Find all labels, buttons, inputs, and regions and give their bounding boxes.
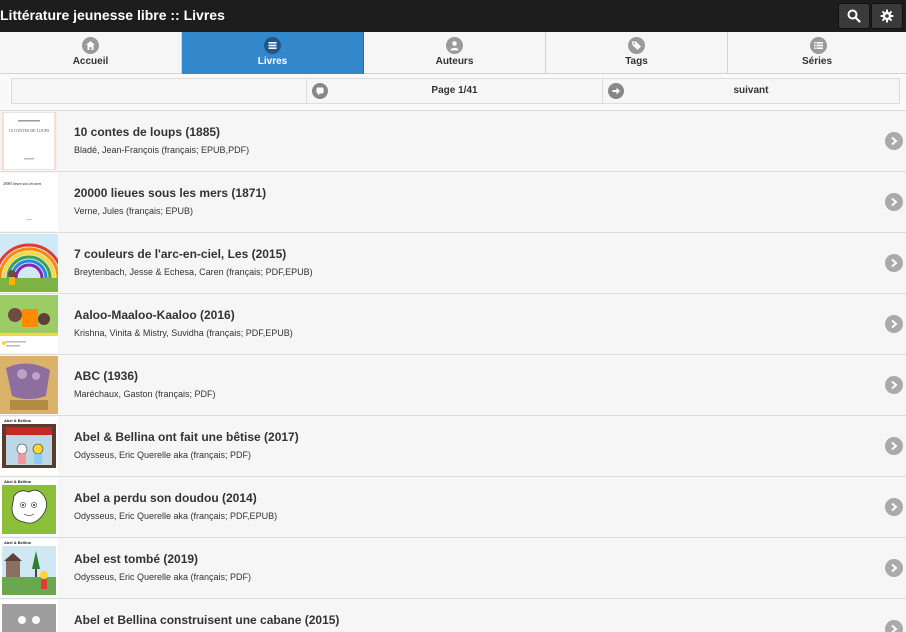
book-cover: 10 CONTES DE LOUPS (0, 112, 58, 170)
list-item[interactable]: Abel & Bellina Abel a perdu son doudou (… (0, 476, 906, 537)
list-item[interactable]: Abel et Bellina construisent une cabane … (0, 598, 906, 632)
tab-label: Tags (625, 56, 648, 67)
book-title: Abel a perdu son doudou (2014) (74, 491, 257, 505)
tab-label: Livres (257, 56, 288, 67)
page-number-label: Page 1/41 (431, 85, 478, 96)
book-cover: Abel & Bellina (0, 478, 58, 536)
book-meta: Odysseus, Eric Querelle aka (français; P… (74, 572, 252, 582)
chevron-right-icon (885, 132, 903, 150)
book-cover (0, 295, 58, 353)
book-title: ABC (1936) (74, 369, 139, 383)
book-cover: Abel & Bellina (0, 417, 58, 475)
book-meta: Bladé, Jean-François (français; EPUB,PDF… (74, 145, 250, 155)
tab-label: Séries (801, 56, 833, 67)
book-title: Abel est tombé (2019) (74, 552, 199, 566)
tab-accueil[interactable]: Accueil (0, 32, 182, 74)
gear-icon (880, 9, 894, 23)
search-icon (847, 9, 861, 23)
book-cover: 20000 lieues sous les mers (0, 173, 58, 231)
book-meta: Krishna, Vinita & Mistry, Suvidha (franç… (74, 328, 293, 338)
chevron-right-icon (885, 193, 903, 211)
book-cover (0, 356, 58, 414)
book-cover (0, 600, 58, 632)
tab-label: Auteurs (435, 56, 474, 67)
cover-title-text: Abel & Bellina (4, 479, 32, 484)
pager-empty-cell (12, 79, 307, 103)
list-item[interactable]: 10 CONTES DE LOUPS 10 contes de loups (1… (0, 110, 906, 171)
book-title: 10 contes de loups (1885) (74, 125, 221, 139)
chevron-right-icon (885, 437, 903, 455)
series-list-icon (810, 37, 827, 54)
cover-title-text: Abel & Bellina (4, 418, 32, 423)
chevron-right-icon (885, 315, 903, 333)
book-meta: Odysseus, Eric Querelle aka (français; P… (74, 511, 278, 521)
book-title: 20000 lieues sous les mers (1871) (74, 186, 267, 200)
next-page-button[interactable]: suivant (603, 79, 899, 103)
list-item[interactable]: ABC (1936) Maréchaux, Gaston (français; … (0, 354, 906, 415)
list-item[interactable]: Abel & Bellina Abel est tombé (2019) Ody… (0, 537, 906, 598)
list-icon (264, 37, 281, 54)
list-item[interactable]: 7 couleurs de l'arc-en-ciel, Les (2015) … (0, 232, 906, 293)
pagination-bar: Page 1/41 suivant (11, 78, 900, 104)
page-title: Littérature jeunesse libre :: Livres (0, 7, 225, 23)
chevron-right-icon (885, 559, 903, 577)
book-meta: Maréchaux, Gaston (français; PDF) (74, 389, 216, 399)
tab-series[interactable]: Séries (728, 32, 906, 74)
page-info-icon (312, 83, 328, 99)
book-meta: Odysseus, Eric Querelle aka (français; P… (74, 450, 252, 460)
settings-button[interactable] (871, 3, 903, 29)
chevron-right-icon (885, 254, 903, 272)
book-cover: Abel & Bellina (0, 539, 58, 597)
arrow-right-icon (608, 83, 624, 99)
cover-title-text: Abel & Bellina (4, 540, 32, 545)
home-icon (82, 37, 99, 54)
tab-tags[interactable]: Tags (546, 32, 728, 74)
chevron-right-icon (885, 376, 903, 394)
next-page-label: suivant (733, 85, 769, 96)
book-meta: Verne, Jules (français; EPUB) (74, 206, 194, 216)
chevron-right-icon (885, 498, 903, 516)
list-item[interactable]: Abel & Bellina Abel & Bellina ont fait u… (0, 415, 906, 476)
cover-title-text: 10 CONTES DE LOUPS (9, 128, 50, 133)
book-title: Aaloo-Maaloo-Kaaloo (2016) (74, 308, 235, 322)
cover-title-text: 20000 lieues sous les mers (3, 182, 42, 186)
book-title: 7 couleurs de l'arc-en-ciel, Les (2015) (74, 247, 287, 261)
book-title: Abel et Bellina construisent une cabane … (74, 613, 340, 627)
tab-auteurs[interactable]: Auteurs (364, 32, 546, 74)
app-header: Littérature jeunesse libre :: Livres (0, 0, 906, 32)
page-indicator: Page 1/41 (307, 79, 603, 103)
book-cover (0, 234, 58, 292)
tab-livres[interactable]: Livres (182, 32, 364, 74)
user-icon (446, 37, 463, 54)
list-item[interactable]: 20000 lieues sous les mers 20000 lieues … (0, 171, 906, 232)
book-title: Abel & Bellina ont fait une bêtise (2017… (74, 430, 299, 444)
chevron-right-icon (885, 620, 903, 632)
main-navbar: Accueil Livres Auteurs Tags Séries (0, 32, 906, 74)
tag-icon (628, 37, 645, 54)
list-item[interactable]: Aaloo-Maaloo-Kaaloo (2016) Krishna, Vini… (0, 293, 906, 354)
book-meta: Breytenbach, Jesse & Echesa, Caren (fran… (74, 267, 313, 277)
tab-label: Accueil (72, 56, 109, 67)
search-button[interactable] (838, 3, 870, 29)
